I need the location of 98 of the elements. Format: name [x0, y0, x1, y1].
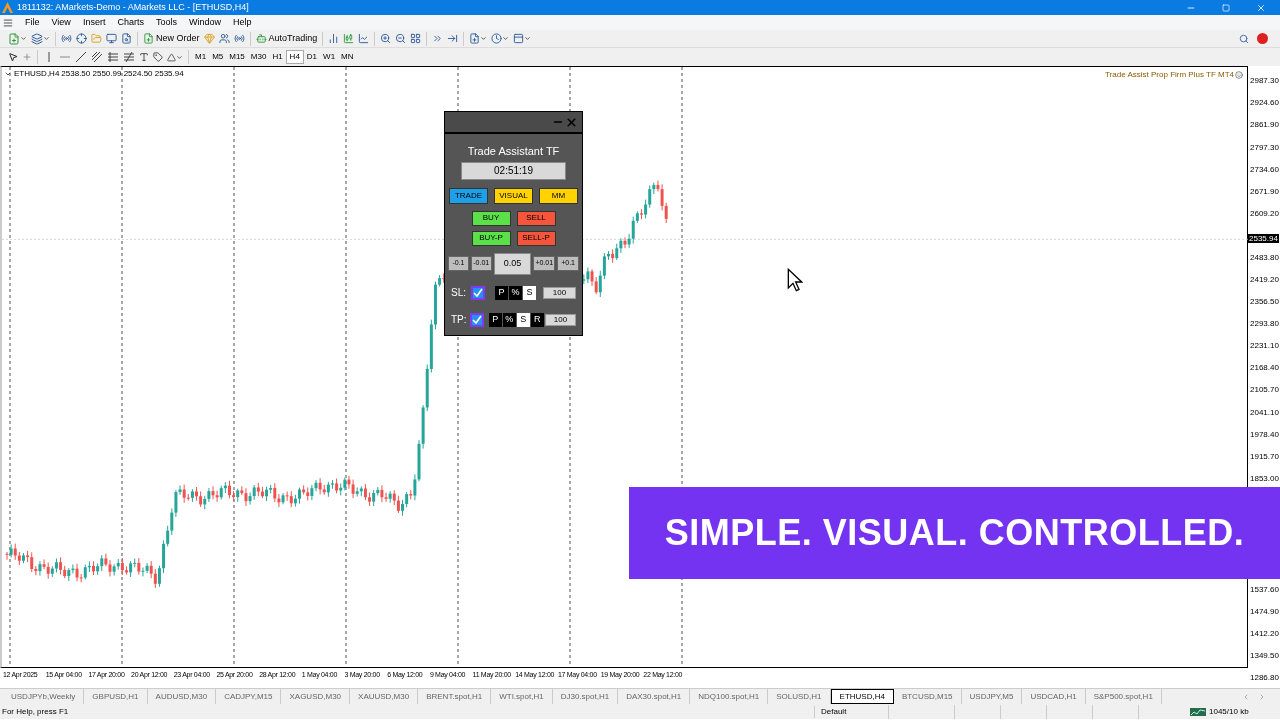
new-chart-icon[interactable]: [6, 32, 29, 45]
ohlc-values: 2538.50 2550.99 2524.50 2535.94: [61, 68, 184, 80]
timeframe-button[interactable]: M1: [192, 50, 210, 64]
price-label: 2168.40: [1250, 363, 1279, 373]
price-label: 1853.00: [1250, 474, 1279, 483]
timeframe-button[interactable]: M5: [209, 50, 227, 64]
cursor-icon[interactable]: [6, 52, 20, 62]
banner-text: SIMPLE. VISUAL. CONTROLLED.: [664, 511, 1245, 555]
autotrading-button[interactable]: AutoTrading: [253, 31, 320, 46]
price-label: 2609.20: [1250, 208, 1279, 218]
maximize-icon[interactable]: [1222, 3, 1230, 12]
price-label: 1915.70: [1250, 452, 1279, 461]
mode-tab[interactable]: TRADE: [449, 187, 488, 204]
unit-toggle[interactable]: S: [516, 312, 530, 327]
menu-item[interactable]: Charts: [111, 15, 150, 30]
notification-icon[interactable]: [1257, 33, 1268, 44]
chart-symbol: ETHUSD,H4: [14, 68, 60, 80]
price-label: 1537.60: [1250, 584, 1279, 594]
document-menu-icon[interactable]: [3, 17, 13, 28]
panel-title: Trade Assistant TF: [467, 144, 560, 159]
menu-item[interactable]: Tools: [149, 15, 183, 30]
trendline-icon[interactable]: [76, 52, 86, 62]
unit-toggle[interactable]: P: [488, 312, 502, 327]
window-title: 1811132: AMarkets-Demo - AMarkets LLC - [ETHUSD,H4]: [17, 0, 249, 14]
price-label: 2293.80: [1250, 319, 1279, 329]
price-label: 1474.90: [1250, 606, 1279, 616]
app-logo-icon: [2, 2, 13, 13]
profile-name: Default: [814, 705, 888, 718]
help-text: For Help, press F1: [1, 705, 70, 718]
menu-item[interactable]: Help: [226, 15, 258, 30]
tp-label: TP:: [451, 313, 468, 327]
price-label: 2987.30: [1250, 76, 1279, 85]
channel-icon[interactable]: [92, 52, 102, 62]
sl-label: SL:: [451, 286, 467, 300]
order-button[interactable]: SELL-P: [516, 230, 556, 246]
timeframe-button[interactable]: M30: [247, 50, 270, 64]
lot-size-field[interactable]: 0.05: [493, 252, 532, 275]
new-order-icon: [143, 33, 154, 44]
price-label: 1349.50: [1250, 650, 1279, 660]
order-button[interactable]: BUY-P: [471, 230, 511, 246]
users-icon[interactable]: [216, 33, 232, 44]
timeframe-button[interactable]: MN: [338, 50, 357, 64]
unit-toggle[interactable]: R: [530, 312, 544, 327]
smiley-icon: [1235, 71, 1243, 79]
price-label: 2924.60: [1250, 98, 1279, 107]
tp-value-field[interactable]: 100: [544, 313, 576, 326]
price-label: 2419.20: [1250, 275, 1279, 285]
menu-item[interactable]: Insert: [76, 15, 112, 30]
dropdown-icon[interactable]: [4, 70, 12, 78]
mouse-cursor-icon: [787, 267, 803, 293]
price-label: 2356.50: [1250, 297, 1279, 307]
sl-checkbox[interactable]: [471, 285, 485, 300]
timeframe-button[interactable]: W1: [320, 50, 339, 64]
crosshair-icon[interactable]: [74, 33, 89, 44]
price-label: 2861.90: [1250, 120, 1279, 129]
price-label: 2483.80: [1250, 252, 1279, 262]
timeframe-button[interactable]: H1: [269, 50, 286, 64]
mode-tab[interactable]: VISUAL: [494, 187, 533, 204]
timeframe-button[interactable]: D1: [303, 50, 321, 64]
current-price-label: 2535.94: [1248, 234, 1279, 244]
price-label: 2671.90: [1250, 186, 1279, 196]
text-icon[interactable]: [137, 52, 151, 62]
menu-item[interactable]: View: [45, 15, 77, 30]
price-label: 2041.10: [1250, 408, 1279, 417]
connection-status-icon: [1190, 707, 1206, 716]
traffic-counter: 1045/10 kb: [1209, 705, 1249, 718]
order-button[interactable]: BUY: [471, 210, 511, 226]
sl-value-field[interactable]: 100: [543, 286, 576, 299]
price-label: 1412.20: [1250, 628, 1279, 638]
price-label: 2797.30: [1250, 142, 1279, 152]
tp-checkbox[interactable]: [469, 312, 484, 327]
indicator-label: Trade Assist Prop Firm Plus TF MT4: [1105, 69, 1234, 81]
unit-toggle[interactable]: S: [523, 285, 536, 300]
price-label: 2105.70: [1250, 385, 1279, 395]
unit-toggle[interactable]: %: [502, 312, 516, 327]
menu-item[interactable]: Window: [182, 15, 227, 30]
timeframe-button[interactable]: H4: [285, 50, 304, 64]
search-icon[interactable]: [1239, 33, 1249, 44]
price-label: 2231.10: [1250, 341, 1279, 351]
unit-toggle[interactable]: P: [495, 285, 508, 300]
robot-icon: [255, 33, 267, 44]
close-icon[interactable]: [565, 115, 578, 129]
symbol-tab[interactable]: ETHUSD,H4: [830, 689, 894, 704]
label-icon[interactable]: [151, 52, 165, 62]
order-button[interactable]: SELL: [516, 210, 556, 226]
price-label: 2734.60: [1250, 164, 1279, 174]
profiles-icon[interactable]: [29, 32, 52, 45]
unit-toggle[interactable]: %: [509, 285, 522, 300]
close-icon[interactable]: [1256, 2, 1266, 13]
shapes-icon[interactable]: [165, 52, 185, 62]
countdown-timer: 02:51:19: [461, 161, 566, 180]
menu-item[interactable]: File: [19, 15, 46, 30]
mode-tab[interactable]: MM: [539, 187, 578, 204]
new-order-button[interactable]: New Order: [141, 31, 202, 46]
signal-icon[interactable]: [231, 33, 247, 44]
price-label: 1286.80: [1250, 672, 1279, 682]
timeframe-button[interactable]: M15: [226, 50, 248, 64]
price-label: 1978.40: [1250, 430, 1279, 439]
